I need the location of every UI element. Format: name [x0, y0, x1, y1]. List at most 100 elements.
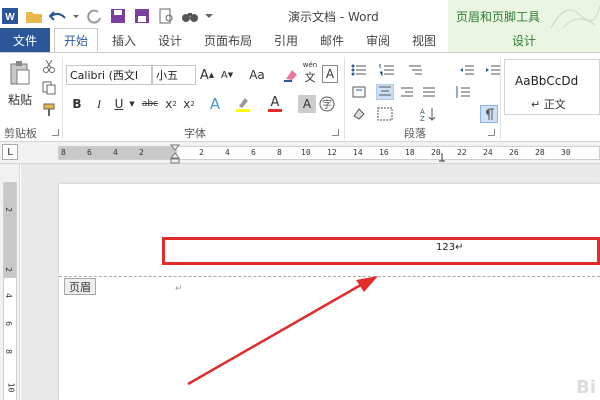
indent-marker-icon[interactable]	[170, 144, 180, 164]
ribbon: 粘贴 剪贴板 Calibri (西文I 小五 A ▲ A ▼ Aa wén 文 A B…	[0, 52, 600, 142]
phonetic-guide-button[interactable]: wén 文	[300, 61, 320, 85]
tab-mailings[interactable]: 邮件	[312, 28, 352, 52]
underline-button[interactable]: U	[110, 95, 128, 113]
font-size-select[interactable]: 小五	[152, 65, 196, 85]
save-icon[interactable]	[108, 6, 128, 26]
vertical-ruler-tick: 4	[3, 293, 13, 298]
multilevel-list-icon[interactable]	[406, 61, 424, 79]
clear-format-icon[interactable]	[282, 66, 300, 84]
shading-icon[interactable]	[350, 105, 368, 123]
header-tag: 页眉	[64, 278, 96, 295]
print-preview-icon[interactable]	[156, 6, 176, 26]
watermark: Bi	[576, 377, 596, 398]
vertical-ruler-tick: 6	[3, 321, 13, 326]
ruler-strip[interactable]: 8 6 4 2 2 4 6 8 10 12 14 16 18 20 22 24 …	[58, 146, 600, 160]
clipboard-launcher-icon[interactable]	[52, 129, 59, 136]
change-case-label: Aa	[249, 68, 265, 82]
subscript-label: x	[165, 97, 173, 111]
tab-stop-marker-icon[interactable]	[438, 152, 446, 162]
tab-home[interactable]: 开始	[54, 28, 98, 52]
document-page[interactable]	[59, 184, 600, 400]
highlight-color-icon[interactable]	[234, 95, 252, 113]
shrink-font-button[interactable]: A ▼	[218, 66, 236, 84]
open-folder-icon[interactable]	[24, 6, 44, 26]
underline-dropdown-icon[interactable]: ▼	[128, 95, 136, 113]
ruler-tick: 4	[113, 148, 118, 157]
clipboard-group-label: 剪贴板	[4, 127, 37, 140]
ruler-tick: 16	[379, 148, 389, 157]
ruler-tick: 6	[251, 148, 256, 157]
paragraph-launcher-icon[interactable]	[488, 129, 495, 136]
ruler-tick: 6	[87, 148, 92, 157]
header-highlight-box	[162, 237, 600, 265]
borders-icon[interactable]	[376, 105, 394, 123]
divider	[344, 57, 345, 139]
tab-review[interactable]: 审阅	[358, 28, 398, 52]
superscript-button[interactable]: x2	[180, 95, 198, 113]
copy-icon[interactable]	[40, 79, 58, 97]
undo-icon[interactable]	[48, 6, 68, 26]
paste-label[interactable]: 粘贴	[8, 91, 32, 108]
subscript-button[interactable]: x2	[162, 95, 180, 113]
line-spacing-icon[interactable]	[454, 83, 472, 101]
top-margin-zone	[4, 183, 16, 278]
strikethrough-button[interactable]: abc	[140, 95, 160, 113]
format-painter-icon[interactable]	[40, 101, 58, 119]
text-effects-icon[interactable]: A	[206, 95, 224, 113]
font-name-select[interactable]: Calibri (西文I	[66, 65, 152, 85]
chinese-layout-icon[interactable]	[350, 83, 368, 101]
tab-header-footer-design[interactable]: 设计	[448, 28, 600, 52]
decrease-indent-icon[interactable]	[458, 61, 476, 79]
style-gallery[interactable]: AaBbCcDd ↵ 正文	[504, 59, 600, 115]
ruler-tick: 12	[327, 148, 337, 157]
cut-icon[interactable]	[40, 57, 58, 75]
sort-icon[interactable]: AZ	[420, 105, 438, 123]
save-as-icon[interactable]	[132, 6, 152, 26]
char-border-button[interactable]: A	[322, 65, 338, 83]
show-formatting-marks-icon[interactable]	[480, 105, 498, 123]
paragraph-mark: ↵	[175, 284, 183, 294]
style-name-normal: ↵ 正文	[531, 98, 566, 111]
enclose-char-icon[interactable]: 字	[318, 95, 336, 113]
vertical-ruler-strip[interactable]: 2 2 4 6 8 10	[3, 182, 17, 400]
char-shading-icon[interactable]: A	[298, 95, 316, 113]
tab-design[interactable]: 设计	[150, 28, 190, 52]
justify-icon[interactable]	[420, 83, 438, 101]
divider	[62, 57, 63, 139]
style-sample-normal: AaBbCcDd	[515, 74, 579, 88]
tab-insert[interactable]: 插入	[104, 28, 144, 52]
tab-page-layout[interactable]: 页面布局	[196, 28, 260, 52]
svg-text:Z: Z	[420, 115, 425, 122]
paste-icon[interactable]	[8, 59, 32, 87]
ribbon-tabs: 文件 开始 插入 设计 页面布局 引用 邮件 审阅 视图 设计	[0, 28, 600, 52]
redo-icon[interactable]	[84, 6, 104, 26]
customize-qat-icon[interactable]	[204, 6, 214, 26]
align-right-icon[interactable]	[398, 83, 416, 101]
numbering-icon[interactable]	[378, 61, 396, 79]
grow-font-button[interactable]: A ▲	[198, 66, 216, 84]
align-center-active-icon[interactable]	[376, 83, 394, 101]
bold-button[interactable]: B	[68, 95, 86, 113]
italic-button[interactable]: I	[90, 95, 108, 113]
tab-selector[interactable]: L	[2, 144, 18, 160]
bullets-icon[interactable]	[350, 61, 368, 79]
vertical-ruler-tick: 10	[6, 382, 16, 393]
font-color-button[interactable]: A	[266, 95, 284, 113]
change-case-button[interactable]: Aa	[244, 66, 270, 84]
ruler-tick: 24	[483, 148, 493, 157]
tab-file[interactable]: 文件	[0, 28, 50, 52]
shrink-font-label: A	[220, 69, 228, 81]
ruler-tick: 28	[535, 148, 545, 157]
tab-references[interactable]: 引用	[266, 28, 306, 52]
undo-dropdown-icon[interactable]	[72, 6, 80, 26]
font-color-label: A	[270, 95, 280, 110]
tab-view[interactable]: 视图	[404, 28, 444, 52]
ruler-tick: 14	[353, 148, 363, 157]
ruler-tick: 4	[225, 148, 230, 157]
font-launcher-icon[interactable]	[332, 129, 339, 136]
ruler-tick: 8	[277, 148, 282, 157]
find-binoculars-icon[interactable]	[180, 6, 200, 26]
font-size-value: 小五	[156, 69, 178, 82]
header-text[interactable]: 123↵	[436, 242, 463, 253]
ruler-tick: 22	[457, 148, 467, 157]
